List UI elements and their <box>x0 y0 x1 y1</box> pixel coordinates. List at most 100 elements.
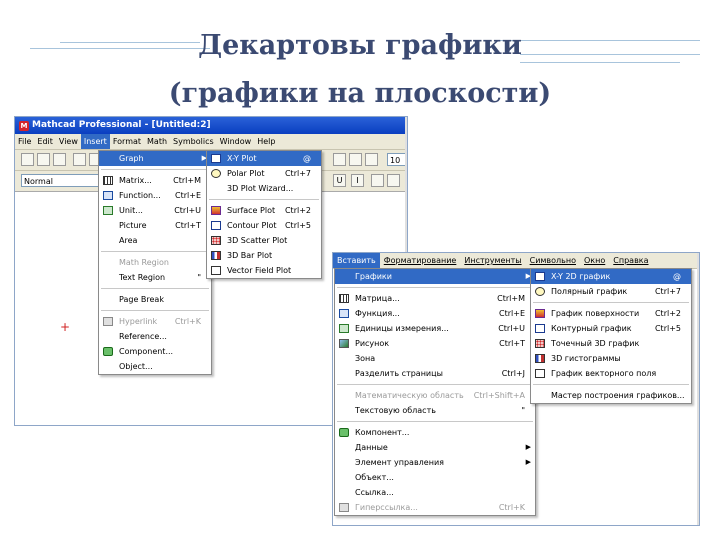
menu-item-label: 3D Plot Wizard... <box>227 184 294 193</box>
underline-icon[interactable]: U <box>333 174 346 187</box>
menu-item[interactable]: Текстовую область " <box>335 403 535 418</box>
menu-2[interactable]: Инструменты <box>460 253 525 268</box>
menu-item[interactable]: Функция... Ctrl+E <box>335 306 535 321</box>
graph-toolbar-icon[interactable] <box>349 153 362 166</box>
menu-3[interactable]: Символьно <box>526 253 580 268</box>
menu-0[interactable]: File <box>15 134 34 149</box>
calculator-icon[interactable] <box>333 153 346 166</box>
menu-3[interactable]: Insert <box>80 134 110 149</box>
menu-item[interactable]: Reference... <box>99 329 211 344</box>
menu-item-shortcut: Ctrl+K <box>174 317 201 326</box>
menu-5[interactable]: Math <box>144 134 170 149</box>
menu-item[interactable]: График векторного поля <box>531 366 691 381</box>
menu-item[interactable]: Объект... <box>335 470 535 485</box>
menu-item[interactable]: Component... <box>99 344 211 359</box>
menu-item[interactable]: Object... <box>99 359 211 374</box>
menu-item[interactable]: Рисунок Ctrl+T <box>335 336 535 351</box>
menu-item-shortcut: Ctrl+7 <box>284 169 311 178</box>
menu-item[interactable]: Function... Ctrl+E <box>99 188 211 203</box>
menu-item[interactable]: Данные ▶ <box>335 440 535 455</box>
menu-item[interactable]: X-Y Plot @ <box>207 151 321 166</box>
menu-item[interactable]: Area <box>99 233 211 248</box>
menu-item-label: Surface Plot <box>227 206 276 215</box>
menu-item[interactable]: Contour Plot Ctrl+5 <box>207 218 321 233</box>
menu-item[interactable]: Гиперссылка... Ctrl+K <box>335 500 535 515</box>
menu-item[interactable]: Page Break <box>99 292 211 307</box>
new-document-icon[interactable] <box>21 153 34 166</box>
menu-item[interactable]: Элемент управления ▶ <box>335 455 535 470</box>
align-left-icon[interactable] <box>371 174 384 187</box>
menu-item[interactable]: Зона <box>335 351 535 366</box>
menu-item-label: Function... <box>119 191 161 200</box>
menu-item[interactable]: Точечный 3D график <box>531 336 691 351</box>
bold-icon[interactable]: I <box>351 174 364 187</box>
menu-item[interactable]: Полярный график Ctrl+7 <box>531 284 691 299</box>
menu-item-label: Текстовую область <box>355 406 436 415</box>
menu-item[interactable]: Hyperlink Ctrl+K <box>99 314 211 329</box>
menu-item-label: График векторного поля <box>551 369 657 378</box>
menu-item[interactable]: Математическую область Ctrl+Shift+A <box>335 388 535 403</box>
menu-item[interactable]: График поверхности Ctrl+2 <box>531 306 691 321</box>
align-center-icon[interactable] <box>387 174 400 187</box>
menu-1[interactable]: Edit <box>34 134 56 149</box>
menu-item[interactable]: 3D Bar Plot <box>207 248 321 263</box>
menu-item[interactable]: Math Region <box>99 255 211 270</box>
menu-1[interactable]: Форматирование <box>380 253 461 268</box>
xy-plot-icon <box>535 272 545 281</box>
menu-item[interactable]: 3D Scatter Plot <box>207 233 321 248</box>
menu-item[interactable]: Picture Ctrl+T <box>99 218 211 233</box>
menu-item[interactable]: X-Y 2D график @ <box>531 269 691 284</box>
menu-item[interactable]: Matrix... Ctrl+M <box>99 173 211 188</box>
contour-plot-icon <box>211 221 221 230</box>
menu-item-shortcut: @ <box>673 272 681 281</box>
menu-item-label: Математическую область <box>355 391 464 400</box>
menu-item-label: Мастер построения графиков... <box>551 391 685 400</box>
hyperlink-icon <box>103 317 113 326</box>
menu-item-label: Функция... <box>355 309 400 318</box>
menu-6[interactable]: Symbolics <box>170 134 217 149</box>
menu-item[interactable]: Text Region " <box>99 270 211 285</box>
menu-item-label: Picture <box>119 221 147 230</box>
menu-item[interactable]: Vector Field Plot <box>207 263 321 278</box>
menu-item[interactable]: Surface Plot Ctrl+2 <box>207 203 321 218</box>
open-folder-icon[interactable] <box>37 153 50 166</box>
menu-item[interactable]: Контурный график Ctrl+5 <box>531 321 691 336</box>
tools-icon[interactable] <box>365 153 378 166</box>
surface-plot-icon <box>211 206 221 215</box>
window-title-bar[interactable]: M Mathcad Professional - [Untitled:2] <box>15 117 407 134</box>
menu-item[interactable]: Матрица... Ctrl+M <box>335 291 535 306</box>
menu-item-shortcut: Ctrl+2 <box>654 309 681 318</box>
menu-4[interactable]: Окно <box>580 253 609 268</box>
menu-item[interactable]: Graph ▶ <box>99 151 211 166</box>
style-combo[interactable]: Normal <box>21 174 103 187</box>
menu-item[interactable]: Polar Plot Ctrl+7 <box>207 166 321 181</box>
menu-8[interactable]: Help <box>254 134 278 149</box>
menu-item[interactable]: Графики ▶ <box>335 269 535 284</box>
unit-icon <box>103 206 113 215</box>
menu-separator <box>101 251 209 252</box>
menu-item[interactable]: Разделить страницы Ctrl+J <box>335 366 535 381</box>
menu-0[interactable]: Вставить <box>333 253 380 268</box>
menu-item[interactable]: Единицы измерения... Ctrl+U <box>335 321 535 336</box>
menu-item[interactable]: Компонент... <box>335 425 535 440</box>
menu-2[interactable]: View <box>56 134 81 149</box>
menu-item[interactable]: 3D гистограммы <box>531 351 691 366</box>
menu-item[interactable]: 3D Plot Wizard... <box>207 181 321 196</box>
menu-item-label: График поверхности <box>551 309 640 318</box>
vertical-scrollbar[interactable] <box>697 253 699 525</box>
insertion-cursor: + <box>60 320 71 334</box>
menu-item[interactable]: Ссылка... <box>335 485 535 500</box>
menu-item[interactable]: Unit... Ctrl+U <box>99 203 211 218</box>
menu-item-shortcut: Ctrl+2 <box>284 206 311 215</box>
print-icon[interactable] <box>73 153 86 166</box>
menu-item-shortcut: Ctrl+U <box>498 324 525 333</box>
menu-item-label: Area <box>119 236 138 245</box>
menu-item[interactable]: Мастер построения графиков... <box>531 388 691 403</box>
menu-5[interactable]: Справка <box>609 253 652 268</box>
picture-icon <box>339 339 349 348</box>
menu-7[interactable]: Window <box>217 134 255 149</box>
save-icon[interactable] <box>53 153 66 166</box>
menu-4[interactable]: Format <box>110 134 144 149</box>
menu-item-label: Ссылка... <box>355 488 394 497</box>
menu-item-shortcut: Ctrl+T <box>499 339 525 348</box>
